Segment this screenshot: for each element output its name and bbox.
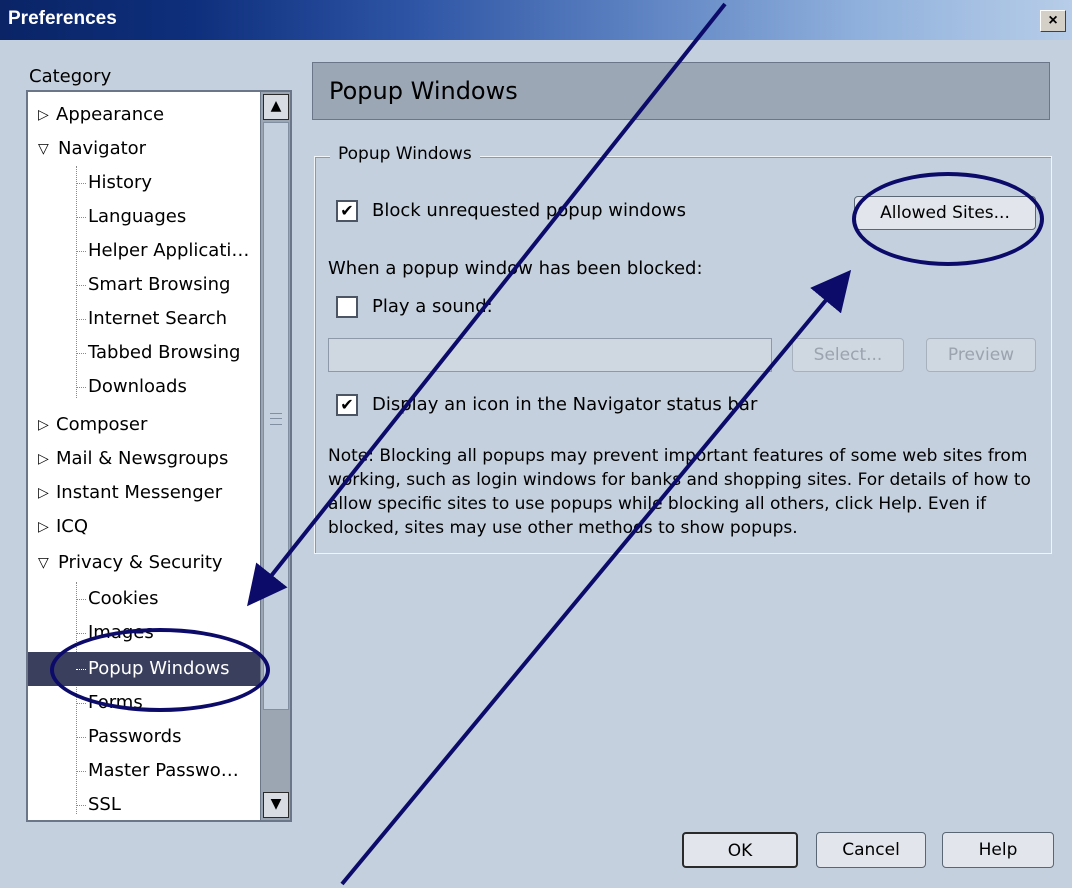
tree-item-icq[interactable]: ▷ ICQ: [28, 510, 88, 544]
tree-item-popup-windows[interactable]: Popup Windows: [28, 652, 260, 686]
expanded-icon: ▽: [38, 555, 49, 571]
note-text: Note: Blocking all popups may prevent im…: [328, 446, 1031, 538]
blocked-heading: When a popup window has been blocked:: [328, 258, 703, 279]
tree-item-label: Downloads: [88, 376, 187, 397]
tree-item-label: Instant Messenger: [56, 482, 223, 503]
tree-item-label: Internet Search: [88, 308, 228, 329]
scroll-down-button[interactable]: ▼: [263, 792, 289, 818]
tree-connector: [76, 251, 86, 252]
page-title: Popup Windows: [329, 77, 518, 105]
collapsed-icon: ▷: [38, 107, 49, 123]
tree-item-passwords[interactable]: Passwords: [76, 720, 181, 754]
tree-item-composer[interactable]: ▷ Composer: [28, 408, 147, 442]
collapsed-icon: ▷: [38, 451, 49, 467]
tree-scrollbar[interactable]: ▲ ▼: [260, 92, 290, 820]
tree-item-label: Navigator: [58, 138, 147, 159]
close-icon: ×: [1048, 12, 1058, 29]
tree-item-mail-newsgroups[interactable]: ▷ Mail & Newsgroups: [28, 442, 228, 476]
tree-connector: [76, 703, 86, 704]
collapsed-icon: ▷: [38, 417, 49, 433]
tree-connector: [76, 599, 86, 600]
close-button[interactable]: ×: [1040, 10, 1066, 32]
tree-item-navigator[interactable]: ▽ Navigator: [28, 132, 146, 166]
tree-item-label: SSL: [88, 794, 121, 815]
expanded-icon: ▽: [38, 141, 49, 157]
tree-item-downloads[interactable]: Downloads: [76, 370, 187, 404]
status-icon-label[interactable]: Display an icon in the Navigator status …: [372, 394, 757, 415]
scroll-thumb[interactable]: [263, 122, 289, 710]
ok-button[interactable]: OK: [682, 832, 798, 868]
tree-item-label: Cookies: [88, 588, 159, 609]
tree-connector: [76, 353, 86, 354]
tree-item-label: Mail & Newsgroups: [56, 448, 229, 469]
tree-connector: [76, 387, 86, 388]
title-bar[interactable]: Preferences ×: [0, 0, 1072, 40]
tree-item-forms[interactable]: Forms: [76, 686, 143, 720]
status-icon-checkbox[interactable]: ✔: [336, 394, 358, 416]
tree-item-appearance[interactable]: ▷ Appearance: [28, 98, 164, 132]
collapsed-icon: ▷: [38, 485, 49, 501]
tree-connector: [76, 737, 86, 738]
panel-header: Popup Windows: [312, 62, 1050, 120]
tree-item-label: Images: [88, 622, 154, 643]
tree-item-label: Smart Browsing: [88, 274, 231, 295]
tree-connector: [76, 669, 86, 670]
tree-connector: [76, 285, 86, 286]
tree-item-history[interactable]: History: [76, 166, 152, 200]
block-popups-checkbox[interactable]: ✔: [336, 200, 358, 222]
preview-sound-button[interactable]: Preview: [926, 338, 1036, 372]
tree-item-label: Forms: [88, 692, 143, 713]
play-sound-label[interactable]: Play a sound:: [372, 296, 493, 317]
select-sound-button[interactable]: Select...: [792, 338, 904, 372]
tree-item-label: Languages: [88, 206, 187, 227]
tree-item-label: Popup Windows: [88, 658, 230, 679]
sound-file-input[interactable]: [328, 338, 772, 372]
tree-item-ssl[interactable]: SSL: [76, 788, 121, 820]
tree-item-label: Composer: [56, 414, 148, 435]
block-popups-label[interactable]: Block unrequested popup windows: [372, 200, 686, 221]
tree-item-cookies[interactable]: Cookies: [76, 582, 158, 616]
tree-connector: [76, 805, 86, 806]
tree-connector: [76, 319, 86, 320]
tree-connector: [76, 183, 86, 184]
scroll-up-button[interactable]: ▲: [263, 94, 289, 120]
tree-item-instant-messenger[interactable]: ▷ Instant Messenger: [28, 476, 222, 510]
tree-item-master-password[interactable]: Master Passwo…: [76, 754, 239, 788]
help-button[interactable]: Help: [942, 832, 1054, 868]
tree-connector: [76, 217, 86, 218]
tree-item-label: Passwords: [88, 726, 182, 747]
category-label: Category: [29, 66, 112, 87]
tree-item-images[interactable]: Images: [76, 616, 154, 650]
play-sound-checkbox[interactable]: [336, 296, 358, 318]
tree-item-helper-applications[interactable]: Helper Applicati…: [76, 234, 249, 268]
tree-connector: [76, 771, 86, 772]
check-icon: ✔: [340, 395, 354, 414]
tree-item-label: Master Passwo…: [88, 760, 239, 781]
preferences-window: Preferences × Category ▷ Appearance ▽ Na…: [0, 0, 1072, 888]
group-legend: Popup Windows: [330, 144, 480, 164]
check-icon: ✔: [340, 201, 354, 220]
tree-connector: [76, 633, 86, 634]
arrow-up-icon: ▲: [270, 98, 282, 114]
tree-item-label: Helper Applicati…: [88, 240, 250, 261]
tree-item-internet-search[interactable]: Internet Search: [76, 302, 227, 336]
arrow-down-icon: ▼: [270, 796, 282, 812]
collapsed-icon: ▷: [38, 519, 49, 535]
tree-item-label: Appearance: [56, 104, 165, 125]
tree-item-label: History: [88, 172, 153, 193]
allowed-sites-button[interactable]: Allowed Sites...: [854, 196, 1036, 230]
category-tree[interactable]: ▷ Appearance ▽ Navigator History Languag…: [26, 90, 292, 822]
tree-item-tabbed-browsing[interactable]: Tabbed Browsing: [76, 336, 240, 370]
tree-item-label: ICQ: [56, 516, 89, 537]
tree-item-label: Tabbed Browsing: [88, 342, 241, 363]
tree-item-languages[interactable]: Languages: [76, 200, 186, 234]
window-title: Preferences: [8, 8, 117, 29]
tree-item-privacy-security[interactable]: ▽ Privacy & Security: [28, 546, 223, 580]
grip-icon: [270, 413, 282, 425]
cancel-button[interactable]: Cancel: [816, 832, 926, 868]
tree-item-smart-browsing[interactable]: Smart Browsing: [76, 268, 230, 302]
tree-item-label: Privacy & Security: [58, 552, 223, 573]
